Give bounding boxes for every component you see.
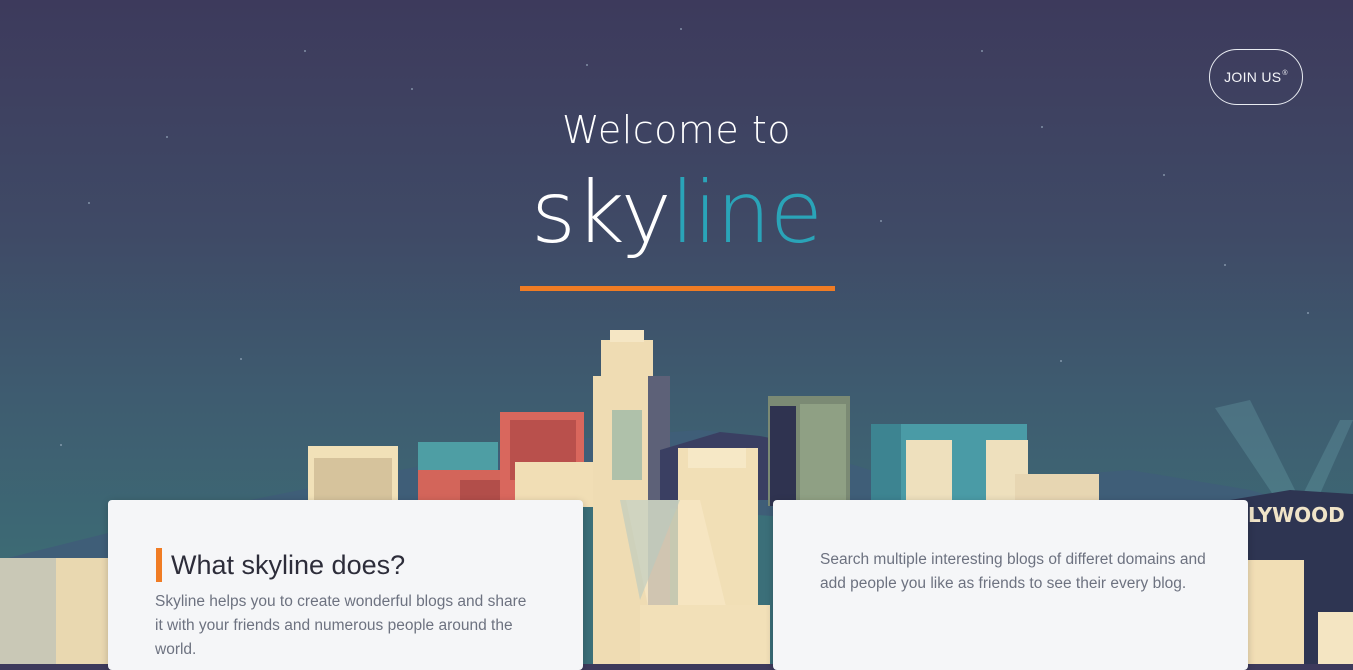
join-us-button[interactable]: JOIN US ® [1209,49,1303,105]
hollywood-sign: LYWOOD [1248,503,1345,527]
feature-card-what-skyline-does: What skyline does? Skyline helps you to … [108,500,583,670]
join-us-label: JOIN US [1224,69,1282,85]
card-title: What skyline does? [156,548,405,582]
feature-card-search-blogs: Search multiple interesting blogs of dif… [773,500,1248,670]
brand-part-sky: sky [531,163,671,263]
brand-logo: skyline [0,170,1353,256]
registered-mark: ® [1282,69,1288,77]
welcome-heading: Welcome to [561,108,792,152]
brand-underline [520,286,835,291]
brand-part-line: line [670,163,823,263]
card-text: Skyline helps you to create wonderful bl… [155,593,527,658]
card-text: Search multiple interesting blogs of dif… [820,551,1206,592]
